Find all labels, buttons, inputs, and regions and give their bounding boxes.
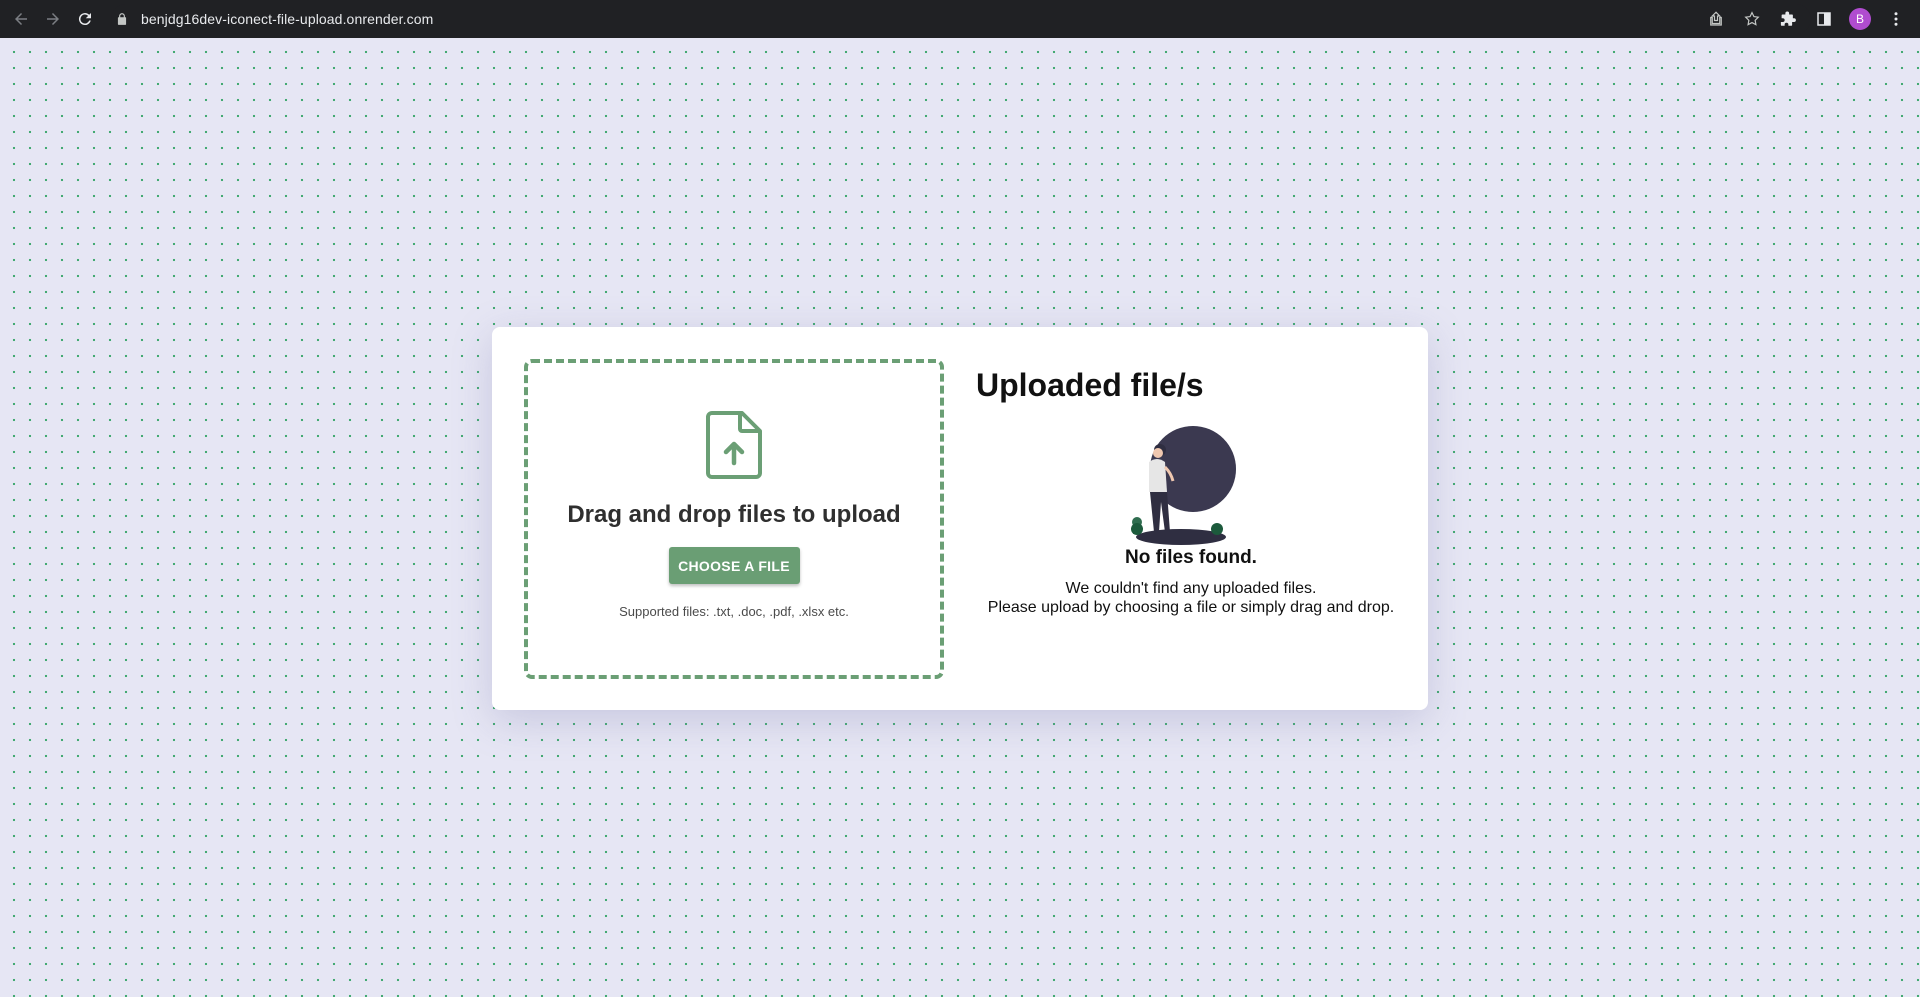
lock-icon[interactable]: [115, 11, 131, 27]
no-files-heading: No files found.: [1125, 547, 1257, 568]
uploaded-files-panel: Uploaded file/s No files found. We could…: [976, 367, 1406, 616]
reload-icon[interactable]: [69, 3, 101, 35]
more-menu-icon[interactable]: [1880, 3, 1912, 35]
upload-card: Drag and drop files to upload CHOOSE A F…: [492, 327, 1428, 710]
uploaded-files-title: Uploaded file/s: [976, 367, 1204, 403]
url-text[interactable]: benjdg16dev-iconect-file-upload.onrender…: [141, 11, 433, 27]
empty-state-illustration: [1131, 426, 1236, 545]
browser-right-tools: B: [1700, 0, 1912, 38]
browser-toolbar: benjdg16dev-iconect-file-upload.onrender…: [0, 0, 1920, 38]
drop-zone[interactable]: Drag and drop files to upload CHOOSE A F…: [524, 359, 944, 679]
choose-file-button[interactable]: CHOOSE A FILE: [668, 547, 800, 584]
empty-state-line-2: Please upload by choosing a file or simp…: [987, 599, 1395, 616]
empty-state-line-1: We couldn't find any uploaded files.: [1065, 580, 1317, 597]
side-panel-icon[interactable]: [1808, 3, 1840, 35]
back-arrow-icon[interactable]: [5, 3, 37, 35]
extensions-puzzle-icon[interactable]: [1772, 3, 1804, 35]
share-icon[interactable]: [1700, 3, 1732, 35]
forward-arrow-icon[interactable]: [37, 3, 69, 35]
address-bar[interactable]: benjdg16dev-iconect-file-upload.onrender…: [111, 4, 1811, 34]
file-upload-icon: [706, 411, 762, 479]
supported-files-text: Supported files: .txt, .doc, .pdf, .xlsx…: [619, 604, 849, 619]
bookmark-star-icon[interactable]: [1736, 3, 1768, 35]
dropzone-title: Drag and drop files to upload: [567, 501, 901, 528]
avatar: B: [1849, 8, 1871, 30]
profile-avatar[interactable]: B: [1844, 3, 1876, 35]
page-background: Drag and drop files to upload CHOOSE A F…: [0, 38, 1920, 997]
empty-state-message: We couldn't find any uploaded files. Ple…: [976, 579, 1406, 617]
